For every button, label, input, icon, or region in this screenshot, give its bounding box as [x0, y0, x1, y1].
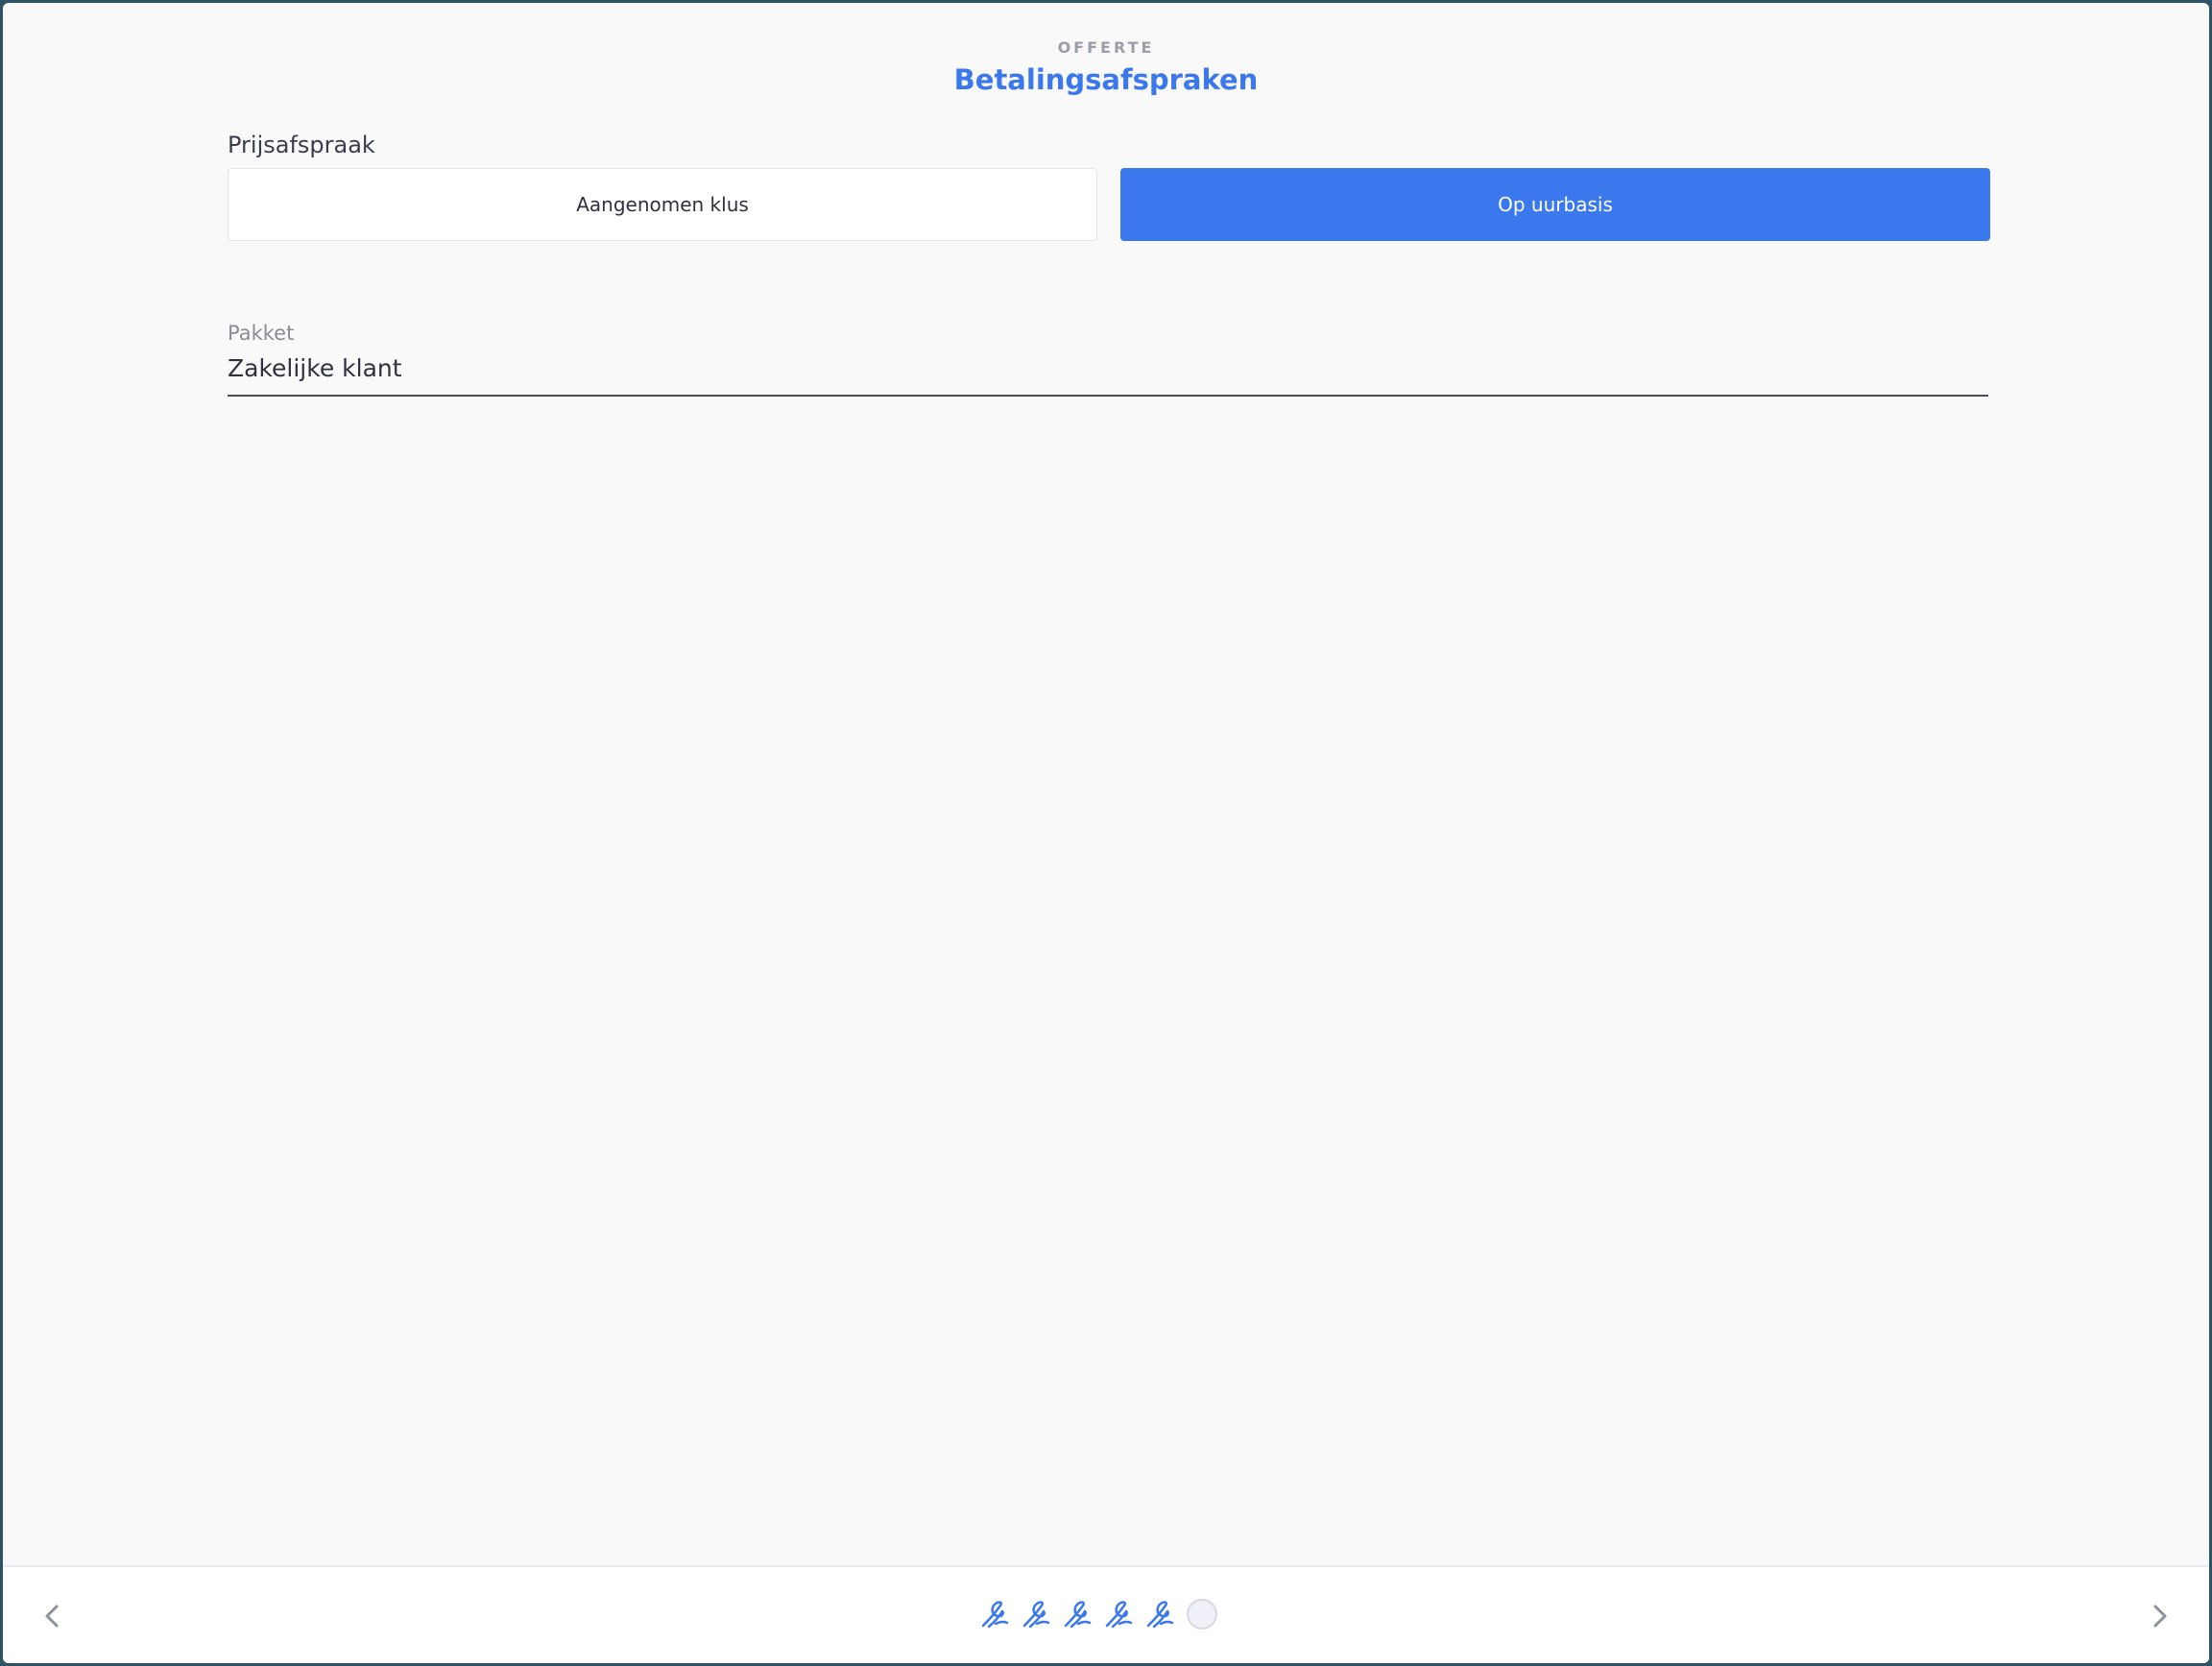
- signature-icon: [1022, 1601, 1050, 1629]
- package-field-value: Zakelijke klant: [228, 354, 402, 382]
- page-header: OFFERTE Betalingsafspraken: [3, 3, 2209, 109]
- step-6-current[interactable]: [1187, 1599, 1217, 1630]
- page-title: Betalingsafspraken: [953, 63, 1259, 96]
- signature-icon: [1146, 1601, 1174, 1629]
- signature-icon: [1105, 1601, 1133, 1629]
- next-button[interactable]: [2145, 1602, 2174, 1630]
- step-1-completed[interactable]: [979, 1599, 1010, 1631]
- step-3-completed[interactable]: [1062, 1599, 1093, 1631]
- app-window: OFFERTE Betalingsafspraken Prijsafspraak…: [3, 3, 2209, 1663]
- previous-button[interactable]: [38, 1602, 67, 1630]
- package-field[interactable]: Pakket Zakelijke klant: [228, 322, 1988, 397]
- hourly-option-button[interactable]: Op uurbasis: [1120, 168, 1990, 241]
- fixed-price-option-button[interactable]: Aangenomen klus: [228, 168, 1097, 241]
- footer-bar: [3, 1565, 2209, 1663]
- step-2-completed[interactable]: [1021, 1599, 1051, 1631]
- package-field-label: Pakket: [228, 322, 295, 345]
- signature-icon: [981, 1601, 1009, 1629]
- fixed-price-option-label: Aangenomen klus: [576, 193, 749, 216]
- signature-icon: [1064, 1601, 1092, 1629]
- page-eyebrow: OFFERTE: [1057, 38, 1155, 57]
- step-4-completed[interactable]: [1103, 1599, 1134, 1631]
- chevron-left-icon: [45, 1605, 59, 1628]
- step-5-completed[interactable]: [1144, 1599, 1175, 1631]
- price-agreement-label: Prijsafspraak: [228, 132, 375, 158]
- chevron-right-icon: [2153, 1605, 2167, 1628]
- hourly-option-label: Op uurbasis: [1498, 193, 1613, 216]
